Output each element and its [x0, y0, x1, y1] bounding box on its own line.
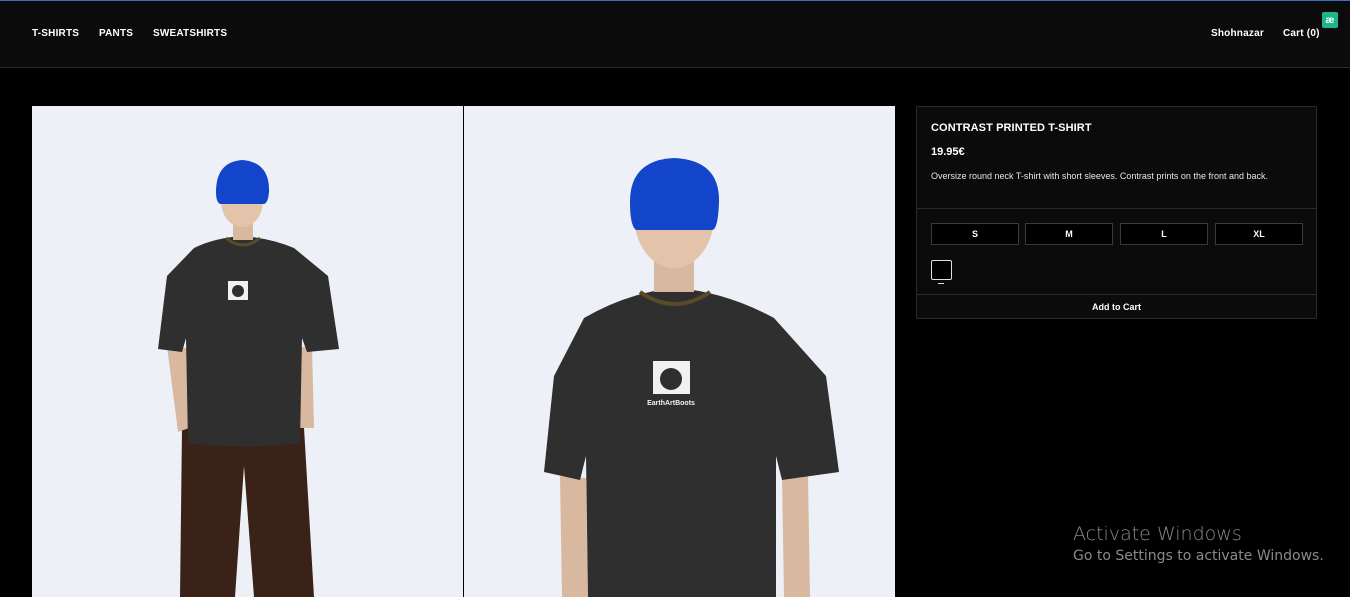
model-closeup-illustration: EarthArtBoots: [464, 106, 895, 597]
watermark-title: Activate Windows: [1073, 523, 1242, 545]
nav-pants[interactable]: PANTS: [99, 28, 133, 39]
size-button-l[interactable]: L: [1120, 223, 1208, 245]
site-header: T-SHIRTS PANTS SWEATSHIRTS Shohnazar Car…: [0, 1, 1350, 68]
panel-divider: [917, 208, 1316, 209]
windows-activation-watermark: Activate Windows Go to Settings to activ…: [1073, 523, 1324, 564]
product-description: Oversize round neck T-shirt with short s…: [931, 171, 1268, 181]
color-swatch-selected-indicator: [938, 283, 944, 284]
add-to-cart-button[interactable]: Add to Cart: [917, 295, 1316, 318]
product-price: 19.95€: [931, 146, 965, 158]
color-swatch-black[interactable]: [931, 260, 952, 280]
product-image-closeup[interactable]: EarthArtBoots: [464, 106, 895, 597]
size-button-xl[interactable]: XL: [1215, 223, 1303, 245]
product-title: CONTRAST PRINTED T-SHIRT: [931, 122, 1092, 134]
product-info-panel: CONTRAST PRINTED T-SHIRT 19.95€ Oversize…: [916, 106, 1317, 319]
shirt-print-caption: EarthArtBoots: [647, 400, 695, 407]
nav-tshirts[interactable]: T-SHIRTS: [32, 28, 79, 39]
user-name-link[interactable]: Shohnazar: [1211, 28, 1264, 39]
watermark-subtitle: Go to Settings to activate Windows.: [1073, 548, 1324, 564]
size-button-m[interactable]: M: [1025, 223, 1113, 245]
size-button-s[interactable]: S: [931, 223, 1019, 245]
extension-icon[interactable]: æ: [1322, 12, 1338, 28]
nav-sweatshirts[interactable]: SWEATSHIRTS: [153, 28, 227, 39]
cart-link[interactable]: Cart (0): [1283, 28, 1320, 39]
product-image-front[interactable]: [32, 106, 463, 597]
model-full-body-illustration: [32, 106, 463, 597]
